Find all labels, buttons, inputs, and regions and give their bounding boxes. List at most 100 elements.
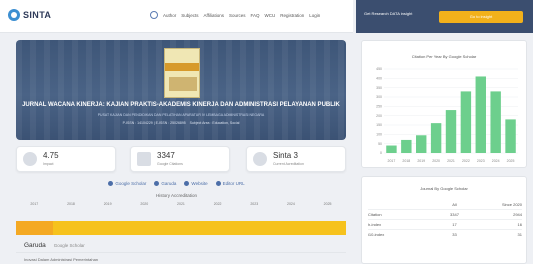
tabs: Garuda Google Scholar — [24, 242, 85, 249]
accreditation-timeline — [16, 221, 347, 235]
x-tick-label: 2024 — [492, 159, 500, 163]
y-tick-label: 250 — [376, 105, 382, 109]
history-years: 2017 2018 2019 2020 2021 2022 2023 2024 2025 — [16, 202, 346, 206]
sinta-logo-icon — [8, 9, 20, 21]
table-header: All Since 2020 — [452, 201, 522, 207]
y-tick-label: 400 — [376, 77, 382, 81]
citation-bar-2021[interactable] — [445, 110, 457, 153]
timeline-segment — [52, 221, 90, 235]
article-title[interactable]: Inovasi Dalam Administrasi Pemerintahan — [24, 257, 98, 262]
x-tick-label: 2018 — [402, 159, 410, 163]
citation-bar-chart: 0 50 100 150 200 250 300 350 400 450 2017 2018 2019 2… — [376, 67, 518, 163]
citation-bar-2017[interactable] — [386, 145, 397, 153]
timeline-segment — [16, 221, 53, 235]
impact-value: 4.75 — [43, 151, 59, 160]
timeline-segment — [199, 221, 237, 235]
x-tick-label: 2020 — [432, 159, 440, 163]
top-navbar: SINTA Author Subjects Affiliations Sourc… — [0, 0, 353, 33]
insight-banner: Get Research DATA insight Go to insight — [356, 0, 533, 33]
citation-chart-card: Citation Per Year By Google Scholar 0 50 1… — [361, 40, 527, 168]
history-year: 2023 — [250, 202, 259, 206]
menu-affiliations[interactable]: Affiliations — [204, 13, 224, 18]
y-tick-label: 200 — [376, 114, 382, 118]
history-year: 2021 — [177, 202, 185, 206]
x-tick-label: 2019 — [417, 159, 425, 163]
menu-faq[interactable]: FAQ — [250, 13, 259, 18]
citations-label: Google Citations — [157, 162, 183, 166]
y-tick-label: 0 — [380, 151, 382, 155]
x-tick-label: 2017 — [388, 159, 396, 163]
table-title: Journal By Google Scholar — [420, 186, 468, 191]
menu-login[interactable]: Login — [309, 13, 320, 18]
accreditation-label: Current Acreditation — [273, 162, 304, 166]
history-year: 2024 — [287, 202, 295, 206]
history-year: 2017 — [30, 202, 39, 206]
journal-hero: JURNAL WACANA KINERJA: KAJIAN PRAKTIS-AK… — [16, 40, 346, 140]
table-row: Citation 3347 2944 — [368, 209, 522, 219]
history-year: 2020 — [140, 202, 149, 206]
history-year: 2019 — [103, 202, 112, 206]
citation-bar-2022[interactable] — [460, 91, 472, 153]
timeline-segment — [89, 221, 127, 235]
x-tick-label: 2023 — [477, 159, 485, 163]
y-tick-label: 150 — [376, 123, 382, 127]
building-icon — [137, 152, 151, 166]
citation-bar-2025[interactable] — [505, 119, 516, 153]
journal-title: JURNAL WACANA KINERJA: KAJIAN PRAKTIS-AK… — [22, 102, 340, 108]
link-icon — [215, 181, 221, 186]
right-panel: Get Research DATA insight Go to insight … — [356, 0, 533, 264]
impact-icon — [23, 152, 37, 166]
accreditation-value: Sinta 3 — [273, 151, 298, 160]
menu-authors[interactable]: Author — [163, 13, 176, 18]
timeline-segment — [272, 221, 310, 235]
google-icon — [108, 181, 114, 186]
menu-subjects[interactable]: Subjects — [181, 13, 198, 18]
citation-bar-2024[interactable] — [490, 91, 501, 153]
menu-registration[interactable]: Registration — [280, 13, 304, 18]
google-scholar-table-card: Journal By Google Scholar All Since 2020… — [361, 176, 527, 264]
accreditation-card: Sinta 3 Current Acreditation — [246, 146, 346, 172]
insight-text: Get Research DATA insight — [364, 11, 413, 16]
menu-wcu[interactable]: WCU — [265, 13, 276, 18]
citation-table: All Since 2020 Citation 3347 2944 h-inde… — [368, 199, 522, 239]
history-year: 2025 — [323, 202, 332, 206]
accreditation-icon — [253, 152, 267, 166]
impact-card: 4.75 Impact — [16, 146, 116, 172]
subject-area: Subject Area : Education, Social — [189, 121, 240, 125]
menu-sources[interactable]: Sources — [229, 13, 246, 18]
globe-icon — [184, 181, 190, 186]
main-menu: Author Subjects Affiliations Sources FAQ… — [150, 11, 320, 19]
google-scholar-link[interactable]: Google Scholar — [108, 181, 146, 186]
journal-cover-image — [164, 48, 200, 98]
journal-affiliation[interactable]: PUSAT KAJIAN DAN PENDIDIKAN DAN PELATIHA… — [16, 113, 346, 117]
insight-button[interactable]: Go to insight — [439, 11, 523, 23]
history-year: 2022 — [213, 202, 222, 206]
citations-value: 3347 — [157, 151, 175, 160]
history-year: 2018 — [67, 202, 75, 206]
citation-bar-2019[interactable] — [416, 135, 427, 153]
y-tick-label: 350 — [376, 86, 382, 90]
globe-icon — [150, 11, 158, 19]
citations-card: 3347 Google Citations — [130, 146, 230, 172]
garuda-link[interactable]: Garuda — [154, 181, 176, 186]
tab-divider — [16, 252, 346, 253]
garuda-icon — [154, 181, 160, 186]
timeline-segment — [309, 221, 347, 235]
y-tick-label: 100 — [376, 133, 382, 137]
sinta-logo[interactable]: SINTA — [8, 9, 51, 21]
x-tick-label: 2022 — [462, 159, 470, 163]
tab-google-scholar[interactable]: Google Scholar — [54, 243, 85, 248]
y-tick-label: 300 — [376, 95, 382, 99]
website-link[interactable]: Website — [184, 181, 208, 186]
tab-garuda[interactable]: Garuda — [24, 242, 46, 249]
impact-label: Impact — [43, 162, 54, 166]
history-accreditation-label: History Accreditation — [155, 193, 198, 198]
editor-url-link[interactable]: Editor URL — [215, 181, 245, 186]
citation-bar-2020[interactable] — [430, 123, 442, 153]
citation-bar-2018[interactable] — [401, 139, 412, 153]
citation-bar-2023[interactable] — [475, 76, 486, 153]
timeline-segment — [236, 221, 273, 235]
journal-meta: P-ISSN : 14104229 | E-ISSN : 25026895 Su… — [16, 121, 346, 125]
logo-text: SINTA — [23, 10, 52, 20]
timeline-segment — [126, 221, 163, 235]
